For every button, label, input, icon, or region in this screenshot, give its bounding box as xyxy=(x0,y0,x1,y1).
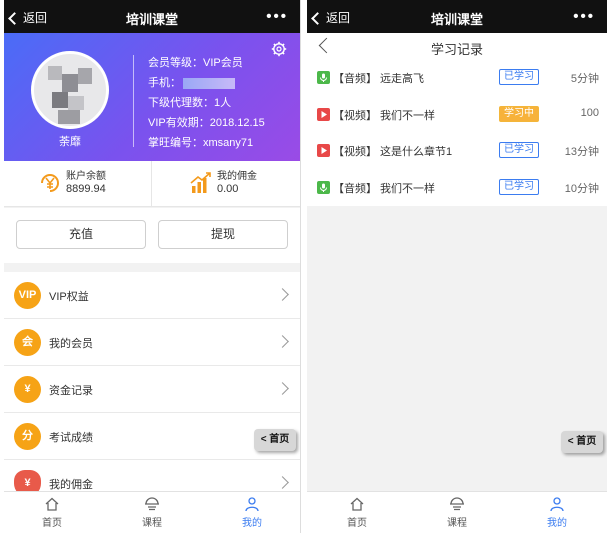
balance-label: 账户余额 xyxy=(66,171,106,182)
menu-item-label: VIP权益 xyxy=(49,291,89,303)
tab-mine[interactable]: 我的 xyxy=(527,496,587,529)
tab-home[interactable]: 首页 xyxy=(22,496,82,529)
course-icon xyxy=(450,497,464,511)
nickname: 荼靡 xyxy=(59,136,81,148)
status-badge: 学习中 xyxy=(499,105,539,122)
list-item[interactable]: 【音频】 远走高飞 已学习 5分钟 xyxy=(307,60,607,97)
phone-redacted xyxy=(183,77,235,89)
tab-label: 首页 xyxy=(42,518,62,529)
tab-courses[interactable]: 课程 xyxy=(427,496,487,529)
app-title: 培训课堂 xyxy=(125,12,178,27)
list-item[interactable]: 【视频】 这是什么章节1 已学习 13分钟 xyxy=(307,133,607,170)
floating-home-button[interactable]: < 首页 xyxy=(561,431,603,453)
yuan-icon: ¥ xyxy=(14,376,41,403)
course-icon xyxy=(145,497,159,511)
screenshot-root: 返回 培训课堂 ••• 荼靡 会员等级：VIP会员 手机： 下级代理数：1人 V… xyxy=(0,0,614,542)
vip-icon: VIP xyxy=(14,282,41,309)
account-balance[interactable]: 账户余额 8899.94 xyxy=(4,161,152,207)
phone-row: 手机： xyxy=(148,73,265,93)
bar-chart-icon xyxy=(190,172,211,193)
balance-value: 8899.94 xyxy=(66,183,106,195)
score-icon: 分 xyxy=(14,423,41,450)
top-bar: 返回 培训课堂 ••• xyxy=(4,0,300,33)
balance-row: 账户余额 8899.94 我的佣金 0.00 xyxy=(4,161,300,207)
menu-item-label: 考试成绩 xyxy=(49,432,93,444)
page-header: 学习记录 xyxy=(307,33,607,61)
bottom-tab-bar: 首页 课程 我的 xyxy=(4,491,300,533)
tab-label: 课程 xyxy=(142,518,162,529)
divider xyxy=(133,55,134,147)
chevron-right-icon xyxy=(276,382,289,395)
app-title: 培训课堂 xyxy=(430,12,483,27)
record-title: 【音频】 远走高飞 xyxy=(333,73,425,85)
action-buttons: 充值 提现 xyxy=(4,208,300,263)
user-icon xyxy=(245,497,259,512)
page-title: 学习记录 xyxy=(430,42,483,57)
sub-agents: 下级代理数：1人 xyxy=(148,97,232,109)
more-menu-icon[interactable]: ••• xyxy=(266,8,288,25)
top-bar: 返回 培训课堂 ••• xyxy=(307,0,607,33)
play-icon xyxy=(317,107,330,121)
vip-expiry: VIP有效期：2018.12.15 xyxy=(148,117,265,129)
bottom-tab-bar: 首页 课程 我的 xyxy=(307,491,607,533)
record-title: 【视频】 这是什么章节1 xyxy=(333,146,453,158)
status-badge: 已学习 xyxy=(499,178,539,195)
study-records-screen: 返回 培训课堂 ••• 学习记录 【音频】 远走高飞 已学习 5分钟 【视频】 … xyxy=(307,0,607,533)
play-icon xyxy=(317,144,330,157)
wangwang-id: 掌旺编号：xmsany71 xyxy=(148,137,254,149)
chevron-right-icon xyxy=(276,476,289,489)
chevron-right-icon xyxy=(276,288,289,301)
list-item[interactable]: 【视频】 我们不一样 学习中 100 xyxy=(307,97,607,134)
floating-home-button[interactable]: < 首页 xyxy=(254,429,296,451)
recharge-button[interactable]: 充值 xyxy=(16,220,146,249)
profile-header: 荼靡 会员等级：VIP会员 手机： 下级代理数：1人 VIP有效期：2018.1… xyxy=(4,33,300,161)
menu-item-my-members[interactable]: 会 我的会员 xyxy=(4,319,300,366)
tab-label: 我的 xyxy=(547,518,567,529)
tab-label: 课程 xyxy=(447,518,467,529)
status-badge: 已学习 xyxy=(499,142,539,158)
user-icon xyxy=(550,497,564,512)
more-menu-icon[interactable]: ••• xyxy=(573,8,595,25)
status-badge: 已学习 xyxy=(499,69,539,85)
home-icon xyxy=(45,497,59,511)
member-info: 会员等级：VIP会员 手机： 下级代理数：1人 VIP有效期：2018.12.1… xyxy=(148,53,265,153)
member-level: 会员等级：VIP会员 xyxy=(148,57,243,69)
record-title: 【视频】 我们不一样 xyxy=(333,109,436,122)
home-icon xyxy=(350,497,364,511)
record-title: 【音频】 我们不一样 xyxy=(333,182,436,195)
list-item[interactable]: 【音频】 我们不一样 已学习 10分钟 xyxy=(307,170,607,207)
record-duration: 100 xyxy=(580,106,599,119)
menu-item-vip-benefits[interactable]: VIP VIP权益 xyxy=(4,272,300,319)
menu-item-fund-records[interactable]: ¥ 资金记录 xyxy=(4,366,300,413)
member-icon: 会 xyxy=(14,329,41,356)
commission-value: 0.00 xyxy=(217,183,239,195)
chevron-right-icon xyxy=(276,335,289,348)
phone-label: 手机： xyxy=(148,77,181,89)
avatar[interactable] xyxy=(31,51,109,129)
gear-icon[interactable] xyxy=(271,41,287,57)
tab-courses[interactable]: 课程 xyxy=(122,496,182,529)
tab-label: 首页 xyxy=(347,518,367,529)
tab-label: 我的 xyxy=(242,518,262,529)
my-commission[interactable]: 我的佣金 0.00 xyxy=(153,161,300,207)
tab-home[interactable]: 首页 xyxy=(327,496,387,529)
yuan-coin-icon xyxy=(41,174,59,192)
profile-menu: VIP VIP权益 会 我的会员 ¥ 资金记录 分 考试成绩 ¥ 我的佣金 xyxy=(4,272,300,507)
microphone-icon xyxy=(317,71,330,84)
profile-screen: 返回 培训课堂 ••• 荼靡 会员等级：VIP会员 手机： 下级代理数：1人 V… xyxy=(4,0,301,533)
study-record-list: 【音频】 远走高飞 已学习 5分钟 【视频】 我们不一样 学习中 100 【视频… xyxy=(307,60,607,206)
menu-item-label: 我的会员 xyxy=(49,338,93,350)
menu-item-label: 资金记录 xyxy=(49,385,93,397)
menu-item-label: 我的佣金 xyxy=(49,479,93,491)
record-duration: 13分钟 xyxy=(564,146,599,158)
microphone-icon xyxy=(317,180,330,194)
record-duration: 10分钟 xyxy=(564,182,599,195)
record-duration: 5分钟 xyxy=(570,73,599,85)
withdraw-button[interactable]: 提现 xyxy=(158,220,288,249)
tab-mine[interactable]: 我的 xyxy=(222,496,282,529)
commission-label: 我的佣金 xyxy=(217,171,257,182)
